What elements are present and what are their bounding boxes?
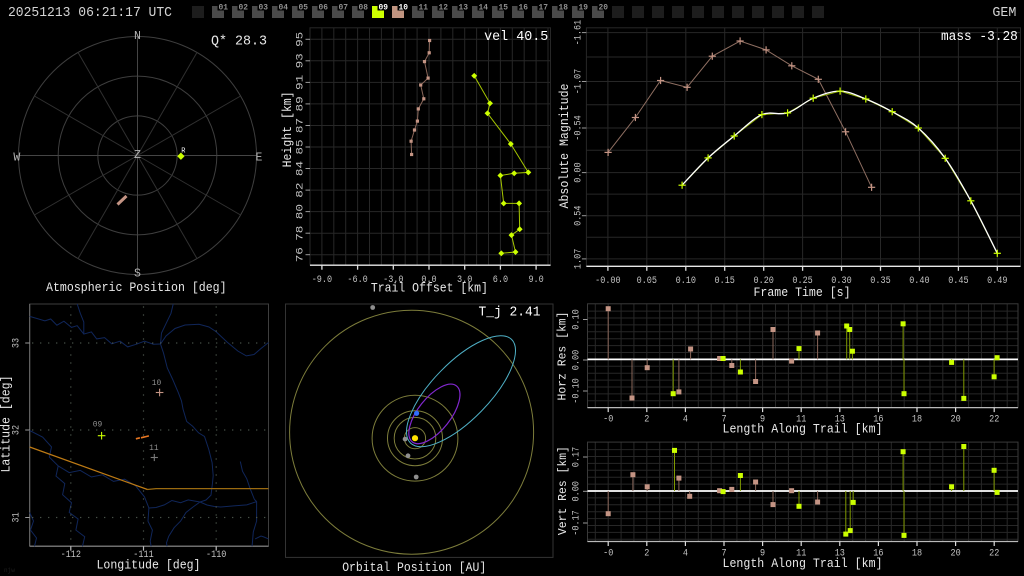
svg-text:78: 78 xyxy=(295,226,307,241)
svg-text:18: 18 xyxy=(912,548,922,560)
svg-text:05: 05 xyxy=(298,3,308,13)
svg-text:mass -3.28: mass -3.28 xyxy=(941,30,1018,45)
svg-text:Q* 28.3: Q* 28.3 xyxy=(211,35,267,50)
svg-text:07: 07 xyxy=(338,3,348,13)
svg-text:-6.0: -6.0 xyxy=(347,274,367,286)
svg-text:13: 13 xyxy=(458,3,468,13)
svg-text:02: 02 xyxy=(238,3,248,13)
svg-text:03: 03 xyxy=(258,3,268,13)
svg-text:0.00: 0.00 xyxy=(571,481,583,501)
svg-text:Absolute Magnitude: Absolute Magnitude xyxy=(557,84,572,209)
svg-text:19: 19 xyxy=(578,3,588,13)
svg-text:0.15: 0.15 xyxy=(715,275,735,287)
svg-text:2: 2 xyxy=(644,414,649,426)
svg-text:Trail Offset [km]: Trail Offset [km] xyxy=(371,281,488,296)
svg-text:20251213 06:21:17 UTC: 20251213 06:21:17 UTC xyxy=(8,6,172,21)
svg-text:1.07: 1.07 xyxy=(573,249,585,269)
svg-text:-9.0: -9.0 xyxy=(312,274,332,286)
svg-text:-0: -0 xyxy=(603,414,613,426)
svg-text:76: 76 xyxy=(295,247,307,262)
svg-text:85: 85 xyxy=(295,139,307,154)
svg-text:GEM: GEM xyxy=(992,6,1016,21)
svg-text:Latitude [deg]: Latitude [deg] xyxy=(0,376,14,473)
svg-text:0.10: 0.10 xyxy=(676,275,696,287)
svg-text:6.0: 6.0 xyxy=(493,274,508,286)
svg-text:17: 17 xyxy=(538,3,548,13)
svg-text:Z: Z xyxy=(134,149,141,162)
svg-text:Longitude [deg]: Longitude [deg] xyxy=(97,558,201,573)
svg-text:11: 11 xyxy=(149,443,159,453)
svg-text:T_j 2.41: T_j 2.41 xyxy=(479,306,541,321)
svg-text:31: 31 xyxy=(11,512,23,522)
svg-text:2: 2 xyxy=(644,548,649,560)
svg-text:18: 18 xyxy=(558,3,568,13)
svg-text:20: 20 xyxy=(598,3,608,13)
svg-text:Atmospheric Position [deg]: Atmospheric Position [deg] xyxy=(46,280,227,295)
svg-text:08: 08 xyxy=(358,3,368,13)
svg-text:E: E xyxy=(255,152,262,165)
svg-text:16: 16 xyxy=(518,3,528,13)
svg-text:njw: njw xyxy=(4,567,15,574)
svg-text:93: 93 xyxy=(295,53,307,68)
svg-text:-0.54: -0.54 xyxy=(573,115,585,141)
svg-text:Length Along Trail [km]: Length Along Trail [km] xyxy=(723,422,883,437)
svg-text:4: 4 xyxy=(683,414,688,426)
svg-text:20: 20 xyxy=(951,548,961,560)
svg-text:Frame Time [s]: Frame Time [s] xyxy=(754,285,851,300)
svg-text:33: 33 xyxy=(11,338,23,348)
svg-text:Vert Res [km]: Vert Res [km] xyxy=(557,446,570,535)
svg-text:95: 95 xyxy=(295,32,307,47)
svg-text:09: 09 xyxy=(378,3,388,13)
svg-text:-0: -0 xyxy=(603,548,613,560)
svg-text:09: 09 xyxy=(93,420,103,430)
svg-text:0.10: 0.10 xyxy=(571,309,583,329)
svg-text:84: 84 xyxy=(295,161,307,176)
svg-text:Horz Res [km]: Horz Res [km] xyxy=(557,312,570,401)
svg-text:0.17: 0.17 xyxy=(571,447,583,467)
svg-text:Length Along Trail [km]: Length Along Trail [km] xyxy=(723,556,883,571)
svg-text:06: 06 xyxy=(318,3,328,13)
svg-text:14: 14 xyxy=(478,3,488,13)
svg-text:Orbital Position [AU]: Orbital Position [AU] xyxy=(342,560,486,575)
svg-text:10: 10 xyxy=(398,3,408,13)
svg-text:82: 82 xyxy=(295,183,307,198)
svg-text:89: 89 xyxy=(295,96,307,111)
svg-text:22: 22 xyxy=(989,414,999,426)
svg-text:N: N xyxy=(134,30,141,43)
svg-text:01: 01 xyxy=(218,3,228,13)
svg-text:-1.61: -1.61 xyxy=(573,20,585,46)
svg-text:-1.07: -1.07 xyxy=(573,69,585,95)
svg-text:04: 04 xyxy=(278,3,288,13)
svg-text:20: 20 xyxy=(951,414,961,426)
svg-text:0.00: 0.00 xyxy=(571,350,583,370)
svg-text:W: W xyxy=(13,152,20,165)
svg-text:-112: -112 xyxy=(61,549,81,561)
svg-text:-0.00: -0.00 xyxy=(595,275,621,287)
svg-text:-0.17: -0.17 xyxy=(571,510,583,536)
svg-text:87: 87 xyxy=(295,118,307,133)
svg-text:S: S xyxy=(134,268,141,281)
svg-text:4: 4 xyxy=(683,548,688,560)
svg-text:0.45: 0.45 xyxy=(948,275,968,287)
svg-text:Height [km]: Height [km] xyxy=(280,91,295,167)
svg-text:0.05: 0.05 xyxy=(637,275,657,287)
svg-text:0.49: 0.49 xyxy=(987,275,1007,287)
svg-text:0.00: 0.00 xyxy=(573,162,585,182)
svg-text:0.40: 0.40 xyxy=(909,275,929,287)
svg-text:0.35: 0.35 xyxy=(870,275,890,287)
svg-text:12: 12 xyxy=(438,3,448,13)
svg-text:22: 22 xyxy=(989,548,999,560)
svg-text:9.0: 9.0 xyxy=(528,274,543,286)
svg-text:-0.10: -0.10 xyxy=(571,378,583,404)
svg-text:18: 18 xyxy=(912,414,922,426)
svg-text:80: 80 xyxy=(295,204,307,219)
svg-text:vel 40.5: vel 40.5 xyxy=(484,30,548,45)
svg-text:15: 15 xyxy=(498,3,508,13)
svg-text:-110: -110 xyxy=(206,549,226,561)
svg-text:11: 11 xyxy=(418,3,428,13)
svg-text:10: 10 xyxy=(152,378,162,388)
svg-text:0.54: 0.54 xyxy=(573,205,585,225)
svg-text:91: 91 xyxy=(295,75,307,90)
